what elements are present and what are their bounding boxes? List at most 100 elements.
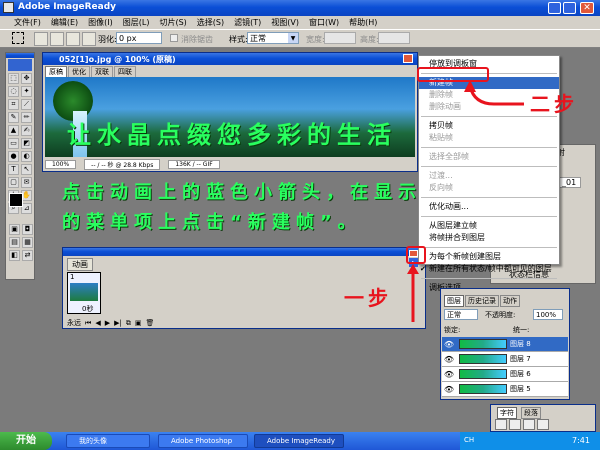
menu-item[interactable]: 将帧拼合到图层	[419, 232, 559, 244]
menu-image[interactable]: 图像(I)	[88, 17, 113, 28]
menu-item[interactable]: 新建在所有状态/帧中都可见的图层 ✔	[419, 263, 559, 275]
menu-item[interactable]: 优化动画...	[419, 201, 559, 213]
layer-row[interactable]: 👁 图层 6	[442, 367, 568, 382]
play-icon[interactable]: ▶	[105, 319, 110, 327]
eye-icon[interactable]: 👁	[442, 355, 456, 364]
loop-select[interactable]: 永远	[67, 318, 81, 328]
layer-row[interactable]: 👁 图层 5	[442, 382, 568, 397]
justify-icon[interactable]	[537, 419, 549, 430]
start-button[interactable]: 开始	[0, 432, 52, 450]
shape-icon[interactable]: ▢	[8, 177, 19, 188]
taskbar-item-folder[interactable]: 我的头像	[66, 434, 150, 448]
lock-label: 锁定:	[444, 326, 461, 334]
blend-mode-select[interactable]: 正常	[444, 309, 478, 320]
history-brush-icon[interactable]: ✍	[21, 125, 32, 136]
minimize-button[interactable]	[548, 2, 561, 14]
ime-indicator[interactable]: CH	[464, 436, 474, 444]
add-selection-icon[interactable]	[50, 32, 64, 46]
move-icon[interactable]: ✥	[21, 73, 32, 84]
menu-item[interactable]: 从图层建立帧	[419, 220, 559, 232]
menu-item[interactable]: 为每个新帧创建图层	[419, 251, 559, 263]
intersect-selection-icon[interactable]	[82, 32, 96, 46]
magic-wand-icon[interactable]: ✦	[21, 86, 32, 97]
crop-icon[interactable]: ⌗	[8, 99, 19, 110]
tab-history[interactable]: 历史记录	[465, 295, 499, 307]
layers-tabs: 图层 历史记录 动作	[444, 295, 520, 307]
jump-photoshop-icon[interactable]: ⇄	[22, 250, 33, 261]
tab-paragraph[interactable]: 段落	[521, 407, 541, 419]
menu-slice[interactable]: 切片(S)	[159, 17, 186, 28]
fullscreen-icon[interactable]: ▦	[22, 237, 33, 248]
subtract-selection-icon[interactable]	[66, 32, 80, 46]
feather-label: 羽化:	[98, 35, 117, 44]
stamp-icon[interactable]: ▲	[8, 125, 19, 136]
tab-character[interactable]: 字符	[497, 407, 517, 419]
align-buttons	[495, 419, 549, 430]
feather-input[interactable]: 0 px	[116, 32, 162, 44]
toolbox: ⬚✥ ◌✦ ⌗⟋ ✎✏ ▲✍ ▭◩ ●◐ T↖ ▢✉ ⌇✋ ⌕⊿ ▣◘ ▤▦ ◧…	[5, 52, 35, 280]
eraser-icon[interactable]: ▭	[8, 138, 19, 149]
menu-window[interactable]: 窗口(W)	[309, 17, 339, 28]
next-frame-icon[interactable]: ▶|	[114, 319, 122, 327]
slice-icon[interactable]: ⟋	[21, 99, 32, 110]
tab-actions[interactable]: 动作	[500, 295, 520, 307]
taskbar: 开始 我的头像 Adobe Photoshop Adobe ImageReady…	[0, 432, 600, 450]
first-frame-icon[interactable]: ⏮	[85, 319, 91, 328]
path-icon[interactable]: ↖	[21, 164, 32, 175]
blur-icon[interactable]: ●	[8, 151, 19, 162]
frame-thumbnail	[70, 283, 98, 301]
pencil-icon[interactable]: ✏	[21, 112, 32, 123]
menu-select[interactable]: 选择(S)	[197, 17, 224, 28]
delete-frame-icon[interactable]: 🗑	[145, 319, 154, 327]
maximize-button[interactable]	[563, 2, 576, 14]
height-input[interactable]	[378, 32, 410, 44]
text-icon[interactable]: T	[8, 164, 19, 175]
marquee-tool-icon[interactable]	[12, 32, 24, 44]
marquee-icon[interactable]: ⬚	[8, 73, 19, 84]
frame-delay[interactable]: 0秒	[82, 304, 93, 314]
menu-filter[interactable]: 滤镜(T)	[234, 17, 261, 28]
quickmask-off-icon[interactable]: ▣	[9, 224, 20, 235]
align-left-icon[interactable]	[495, 419, 507, 430]
duplicate-frame-icon[interactable]: ▣	[135, 319, 142, 327]
close-button[interactable]: ✕	[580, 2, 594, 14]
bucket-icon[interactable]: ◩	[21, 138, 32, 149]
menu-item[interactable]: 拷贝帧	[419, 120, 559, 132]
style-select[interactable]: 正常 ▼	[247, 32, 299, 44]
taskbar-item-imageready[interactable]: Adobe ImageReady	[254, 434, 344, 448]
lasso-icon[interactable]: ◌	[8, 86, 19, 97]
new-selection-icon[interactable]	[34, 32, 48, 46]
right-panel-field[interactable]: _01	[557, 177, 582, 188]
menu-file[interactable]: 文件(F)	[14, 17, 41, 28]
width-input[interactable]	[324, 32, 356, 44]
menu-view[interactable]: 视图(V)	[271, 17, 299, 28]
dodge-icon[interactable]: ◐	[21, 151, 32, 162]
align-right-icon[interactable]	[523, 419, 535, 430]
layer-row[interactable]: 👁 图层 8	[442, 337, 568, 352]
preview-icon[interactable]: ◧	[9, 250, 20, 261]
brush-icon[interactable]: ✎	[8, 112, 19, 123]
align-center-icon[interactable]	[509, 419, 521, 430]
menu-layer[interactable]: 图层(L)	[123, 17, 150, 28]
tab-layers[interactable]: 图层	[444, 295, 464, 307]
frame-1[interactable]: 1 0秒	[67, 272, 101, 314]
tween-icon[interactable]: ⧉	[126, 319, 131, 328]
menu-edit[interactable]: 编辑(E)	[51, 17, 78, 28]
prev-frame-icon[interactable]: ◀	[95, 319, 100, 327]
eye-icon[interactable]: 👁	[442, 385, 456, 394]
eye-icon[interactable]: 👁	[442, 340, 456, 349]
doc-close-button[interactable]	[403, 54, 413, 63]
quickmask-on-icon[interactable]: ◘	[22, 224, 33, 235]
menu-help[interactable]: 帮助(H)	[349, 17, 377, 28]
antialias-checkbox[interactable]	[170, 34, 178, 42]
zoom-value[interactable]: 100%	[45, 160, 77, 169]
taskbar-item-photoshop[interactable]: Adobe Photoshop	[158, 434, 248, 448]
notes-icon[interactable]: ✉	[21, 177, 32, 188]
layer-row[interactable]: 👁 图层 7	[442, 352, 568, 367]
animation-tab[interactable]: 动画	[67, 258, 93, 271]
foreground-color[interactable]	[9, 193, 23, 207]
screen-mode-icon[interactable]: ▤	[9, 237, 20, 248]
opacity-input[interactable]: 100%	[533, 309, 563, 320]
layer-name: 图层 5	[510, 385, 531, 393]
eye-icon[interactable]: 👁	[442, 370, 456, 379]
